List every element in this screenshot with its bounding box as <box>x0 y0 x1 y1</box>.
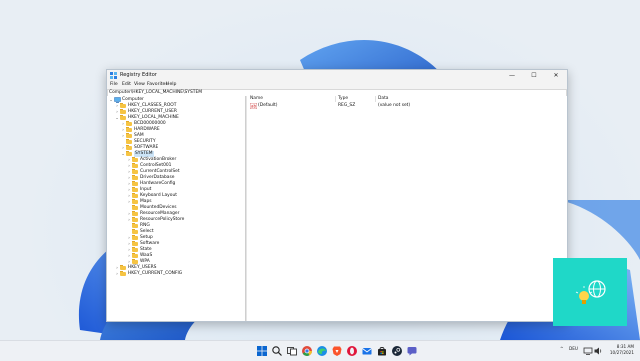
minimize-button[interactable]: — <box>501 70 523 81</box>
folder-icon <box>132 217 138 222</box>
registry-app-icon <box>110 72 117 79</box>
folder-icon <box>132 229 138 234</box>
network-icon[interactable] <box>583 346 593 356</box>
chevron-down-icon[interactable]: ⌄ <box>121 151 125 157</box>
tree-node-label: HKEY_CURRENT_CONFIG <box>128 271 183 276</box>
folder-icon <box>120 265 126 270</box>
folder-icon <box>120 115 126 120</box>
taskbar-clock[interactable]: 8:31 AM 10/27/2021 <box>604 344 634 356</box>
search-icon[interactable] <box>271 345 283 357</box>
registry-editor-window: Registry Editor — ☐ ✕ File Edit View Fav… <box>106 69 568 322</box>
steam-icon[interactable] <box>391 345 403 357</box>
mail-icon[interactable] <box>361 345 373 357</box>
value-name: (Default) <box>258 103 278 108</box>
folder-icon <box>132 247 138 252</box>
clock-date: 10/27/2021 <box>609 350 634 355</box>
menu-edit[interactable]: Edit <box>122 81 131 89</box>
column-separator[interactable] <box>375 96 376 102</box>
value-type: REG_SZ <box>338 103 356 108</box>
registry-tree-pane[interactable]: ⌄ Computer › HKEY_CLASSES_ROOT › HKEY_CURRENT… <box>107 96 246 321</box>
folder-icon <box>132 175 138 180</box>
folder-icon <box>132 211 138 216</box>
value-data: (value not set) <box>378 103 411 108</box>
title-bar[interactable]: Registry Editor — ☐ ✕ <box>107 70 567 81</box>
folder-icon <box>132 199 138 204</box>
folder-icon <box>126 151 132 156</box>
folder-icon <box>132 157 138 162</box>
store-icon[interactable] <box>376 345 388 357</box>
folder-icon <box>132 193 138 198</box>
folder-icon <box>132 241 138 246</box>
chevron-right-icon[interactable]: › <box>115 271 119 277</box>
chat-icon[interactable] <box>406 345 418 357</box>
taskbar: ^ DEU 8:31 AM 10/27/2021 <box>0 340 640 361</box>
chrome-icon[interactable] <box>301 345 313 357</box>
values-pane[interactable]: Name Type Data ab (Default) REG_SZ (valu… <box>247 96 567 321</box>
edge-icon[interactable] <box>316 345 328 357</box>
menu-bar: File Edit View Favorites Help <box>107 81 567 89</box>
value-row[interactable]: ab (Default) REG_SZ (value not set) <box>247 103 567 109</box>
menu-favorites[interactable]: Favorites <box>147 81 168 89</box>
column-header-data[interactable]: Data <box>378 96 388 102</box>
folder-icon <box>132 205 138 210</box>
lightbulb-globe-icon <box>575 280 606 304</box>
folder-icon <box>132 181 138 186</box>
brave-icon[interactable] <box>331 345 343 357</box>
string-value-icon: ab <box>250 103 257 109</box>
notification-card[interactable] <box>553 258 627 326</box>
menu-file[interactable]: File <box>110 81 118 89</box>
folder-icon <box>132 223 138 228</box>
chevron-down-icon[interactable]: ⌄ <box>115 115 119 121</box>
folder-icon <box>132 169 138 174</box>
column-separator[interactable] <box>335 96 336 102</box>
folder-icon <box>126 139 132 144</box>
folder-icon <box>132 163 138 168</box>
folder-icon <box>132 187 138 192</box>
svg-text:ab: ab <box>251 104 256 109</box>
folder-icon <box>126 121 132 126</box>
folder-icon <box>132 235 138 240</box>
task-view-icon[interactable] <box>286 345 298 357</box>
menu-view[interactable]: View <box>134 81 145 89</box>
column-header-type[interactable]: Type <box>338 96 348 102</box>
maximize-button[interactable]: ☐ <box>523 70 545 81</box>
tray-overflow-caret[interactable]: ^ <box>560 346 564 351</box>
folder-icon <box>126 133 132 138</box>
folder-icon <box>120 271 126 276</box>
menu-help[interactable]: Help <box>166 81 176 89</box>
folder-icon <box>120 103 126 108</box>
folder-icon <box>126 145 132 150</box>
volume-icon[interactable] <box>593 346 603 356</box>
window-title: Registry Editor <box>120 72 157 78</box>
windows-start-icon[interactable] <box>256 345 268 357</box>
language-indicator[interactable]: DEU <box>569 346 578 351</box>
chevron-down-icon[interactable]: ⌄ <box>109 97 113 103</box>
folder-icon <box>120 109 126 114</box>
folder-icon <box>132 259 138 264</box>
folder-icon <box>132 253 138 258</box>
opera-icon[interactable] <box>346 345 358 357</box>
close-button[interactable]: ✕ <box>545 70 567 81</box>
column-header-name[interactable]: Name <box>250 96 263 102</box>
folder-icon <box>126 127 132 132</box>
